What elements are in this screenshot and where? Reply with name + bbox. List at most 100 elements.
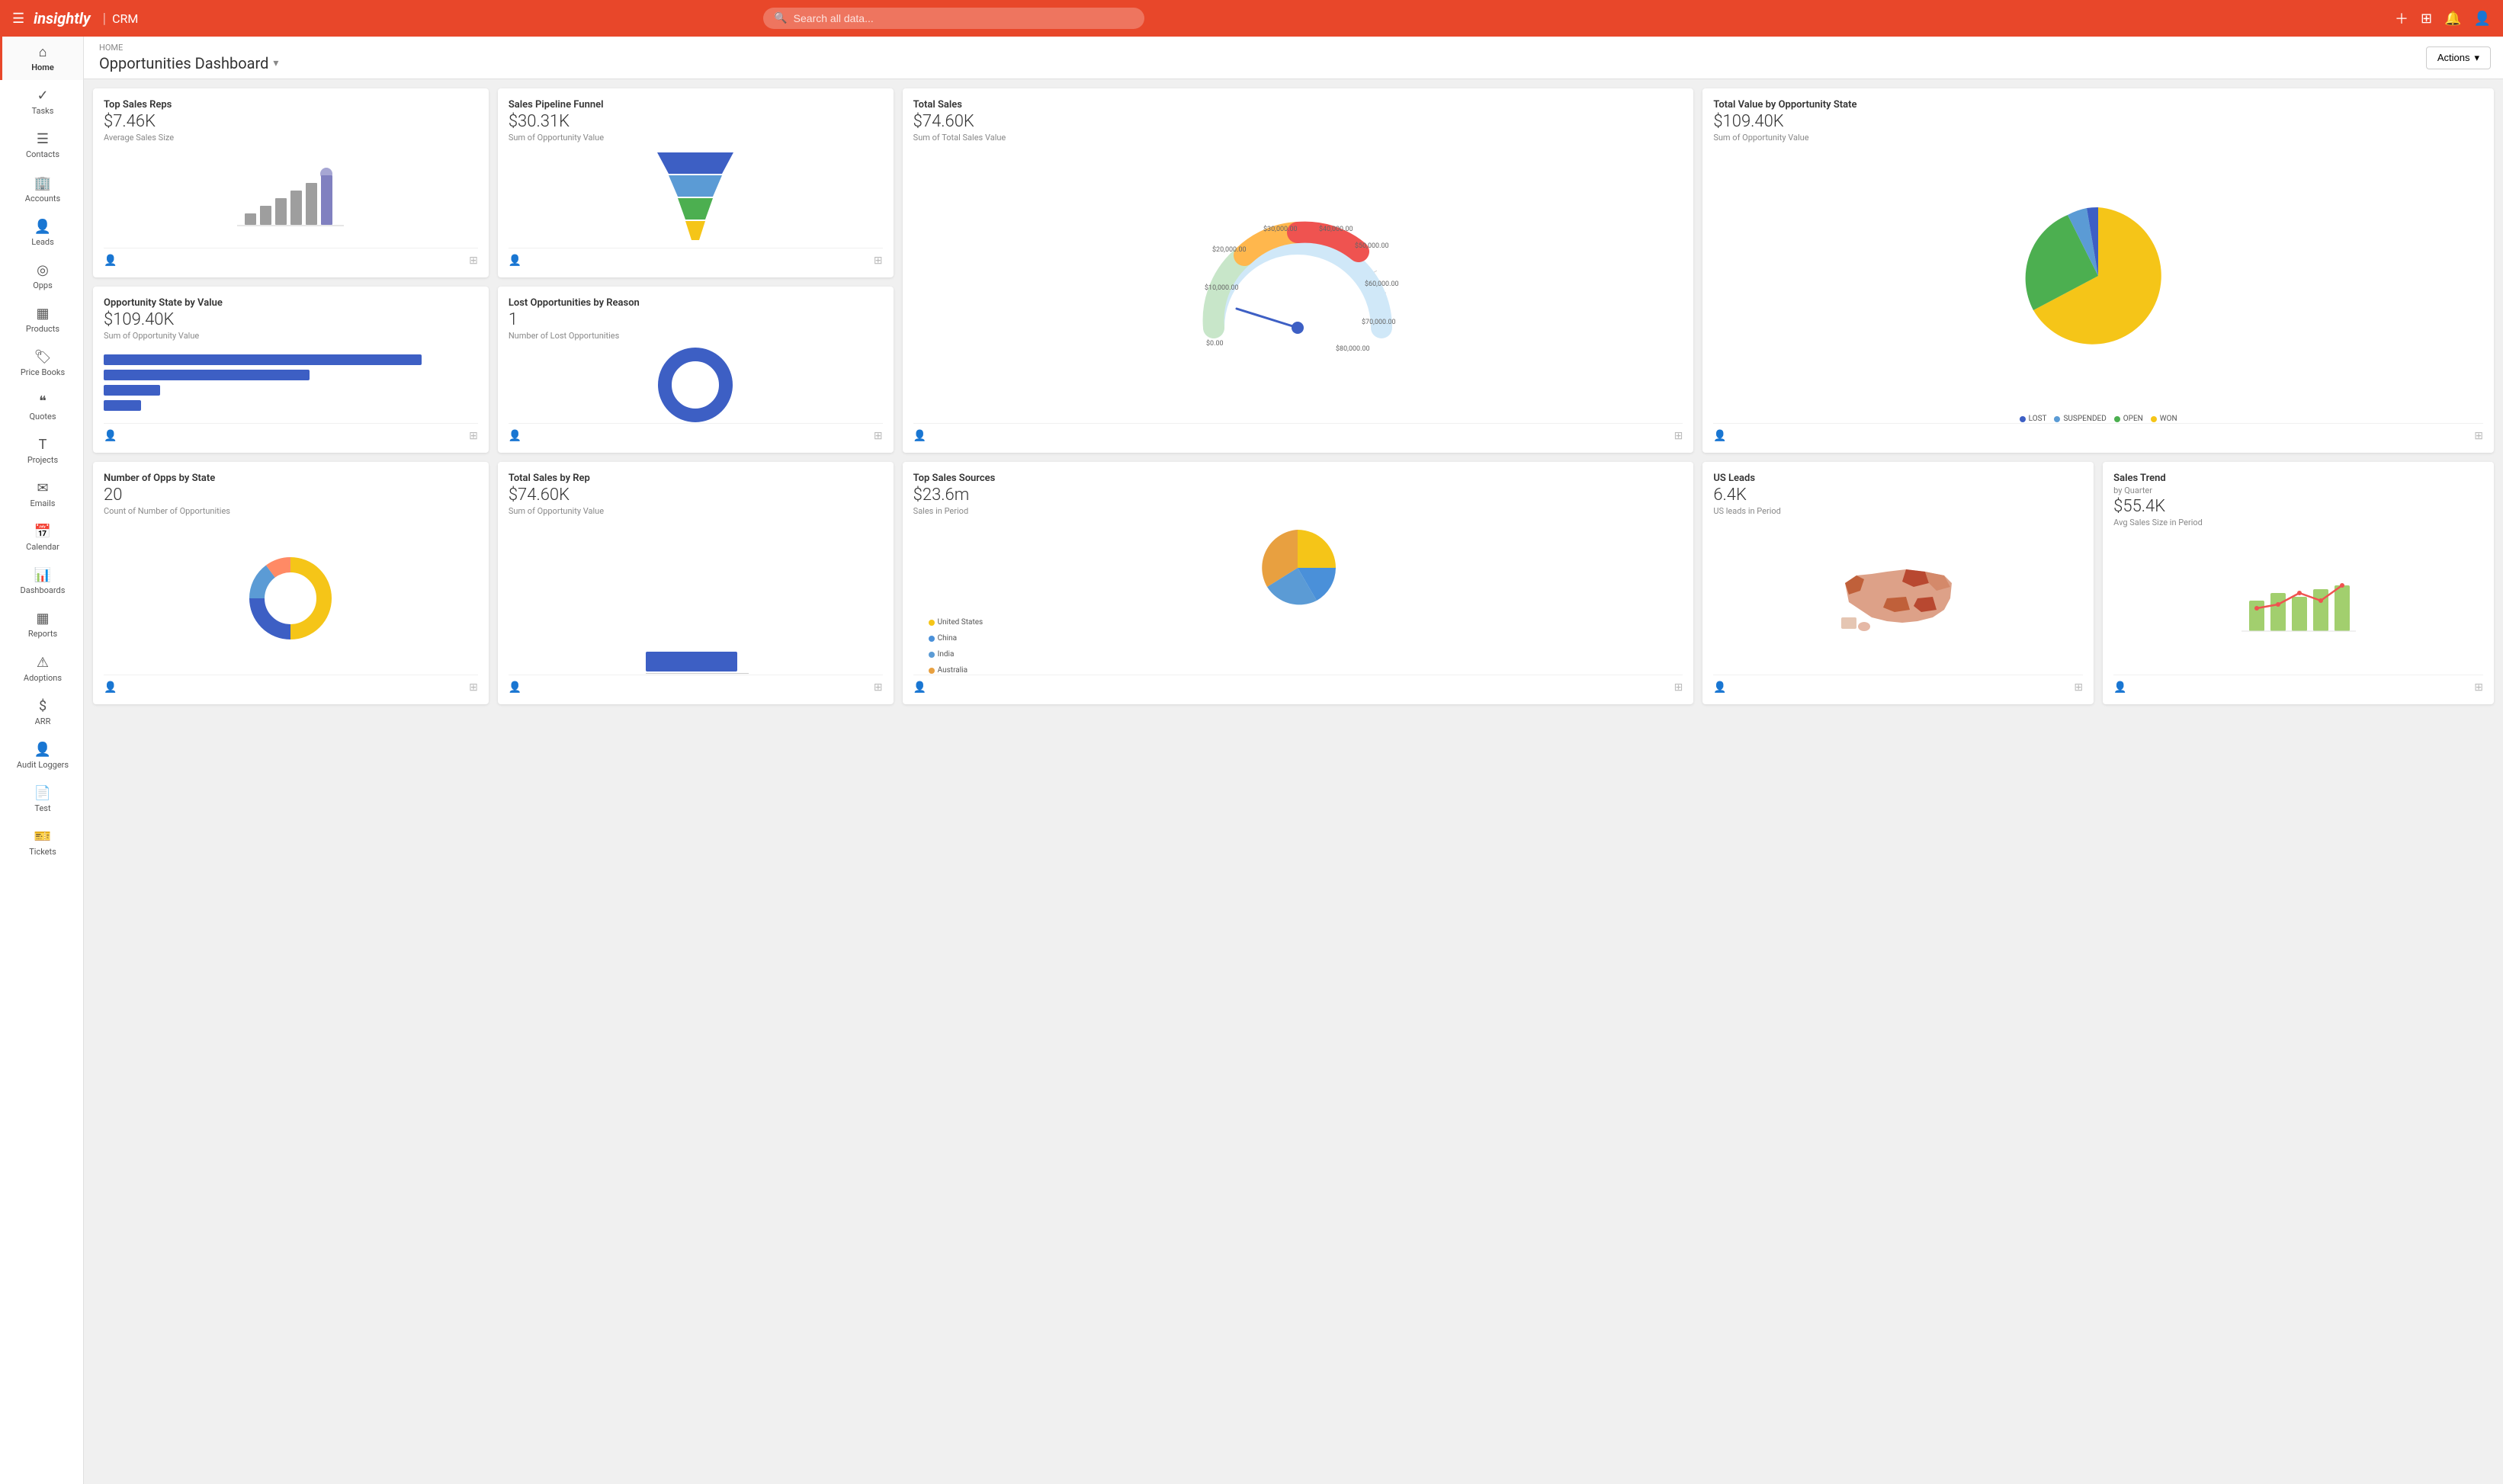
card-title-top-sources: Top Sales Sources — [913, 473, 1683, 484]
top-nav: ☰ insightly | CRM 🔍 ＋ ⊞ 🔔 👤 — [0, 0, 2503, 37]
card-footer-total-value: 👤 ⊞ — [1713, 423, 2483, 442]
user-icon[interactable]: 👤 — [2474, 11, 2491, 27]
sidebar-label-quotes: Quotes — [29, 412, 56, 421]
card-title-pipeline: Sales Pipeline Funnel — [509, 99, 883, 111]
sidebar-label-calendar: Calendar — [26, 542, 59, 552]
card-footer-sales-trend: 👤 ⊞ — [2113, 675, 2483, 694]
legend-china: China — [929, 634, 957, 643]
sidebar-item-products[interactable]: ▦ Products — [0, 298, 83, 341]
audit-icon: 👤 — [34, 742, 51, 758]
card-subtitle-lost-opp: Number of Lost Opportunities — [509, 331, 883, 341]
card-footer-top-sources: 👤 ⊞ — [913, 675, 1683, 694]
card-us-leads: US Leads 6.4K US leads in Period — [1702, 462, 2094, 704]
sidebar-label-test: Test — [34, 803, 50, 813]
bell-icon[interactable]: 🔔 — [2444, 11, 2461, 27]
add-icon[interactable]: ＋ — [2395, 8, 2408, 28]
logo-divider: | — [103, 11, 106, 27]
top-sales-chart-svg — [237, 168, 344, 229]
svg-text:$30,000.00: $30,000.00 — [1263, 225, 1298, 233]
trend-svg — [2241, 570, 2356, 639]
hbar-row-2 — [104, 370, 478, 380]
quotes-icon: ❝ — [39, 393, 47, 409]
person-icon-sales-trend: 👤 — [2113, 681, 2126, 694]
table-icon-total-value: ⊞ — [2474, 430, 2483, 442]
table-icon-total-sales: ⊞ — [1674, 430, 1683, 442]
hbar-fill-4 — [104, 400, 141, 411]
chart-total-by-rep — [509, 522, 883, 675]
hamburger-menu[interactable]: ☰ — [12, 11, 24, 27]
svg-text:$50,000.00: $50,000.00 — [1355, 242, 1389, 250]
tasks-icon: ✓ — [37, 88, 48, 104]
home-icon: ⌂ — [39, 44, 47, 60]
sidebar-label-tickets: Tickets — [29, 847, 56, 857]
sidebar-item-audit[interactable]: 👤 Audit Loggers — [0, 734, 83, 777]
card-title-lost-opp: Lost Opportunities by Reason — [509, 297, 883, 309]
sidebar-label-arr: ARR — [35, 716, 51, 726]
sidebar-label-contacts: Contacts — [26, 149, 59, 159]
sidebar-item-opps[interactable]: ◎ Opps — [0, 255, 83, 298]
accounts-icon: 🏢 — [34, 175, 51, 191]
contacts-icon: ☰ — [37, 131, 49, 147]
product-label: CRM — [112, 11, 138, 26]
legend-india: India — [929, 650, 955, 659]
table-icon-pipeline: ⊞ — [874, 255, 883, 267]
sidebar-label-accounts: Accounts — [25, 194, 60, 204]
sidebar-item-test[interactable]: 📄 Test — [0, 777, 83, 821]
search-bar[interactable]: 🔍 — [763, 8, 1144, 29]
actions-button[interactable]: Actions ▾ — [2426, 46, 2491, 69]
svg-text:$20,000.00: $20,000.00 — [1212, 245, 1247, 254]
svg-text:$80,000.00: $80,000.00 — [1336, 345, 1370, 353]
reports-icon: ▦ — [36, 611, 49, 627]
sidebar-item-home[interactable]: ⌂ Home — [0, 37, 83, 80]
card-footer-top-sales: 👤 ⊞ — [104, 248, 478, 267]
legend-label-australia: Australia — [938, 666, 968, 675]
actions-chevron-icon: ▾ — [2474, 52, 2479, 64]
funnel-svg — [646, 149, 745, 248]
chart-pipeline — [509, 149, 883, 248]
card-subtitle-total-by-rep: Sum of Opportunity Value — [509, 506, 883, 516]
card-footer-pipeline: 👤 ⊞ — [509, 248, 883, 267]
sidebar-item-leads[interactable]: 👤 Leads — [0, 211, 83, 255]
search-input[interactable] — [794, 12, 1134, 24]
legend-dot-open — [2114, 416, 2120, 422]
card-value-top-sales: $7.46K — [104, 112, 478, 131]
grid-icon[interactable]: ⊞ — [2421, 11, 2432, 27]
sidebar-item-adoptions[interactable]: ⚠ Adoptions — [0, 647, 83, 691]
person-icon-pipeline: 👤 — [509, 255, 521, 267]
sidebar-item-contacts[interactable]: ☰ Contacts — [0, 123, 83, 167]
main-layout: ⌂ Home ✓ Tasks ☰ Contacts 🏢 Accounts 👤 L… — [0, 37, 2503, 1484]
dashboard-grid: Top Sales Reps $7.46K Average Sales Size — [84, 79, 2503, 713]
card-value-num-opps: 20 — [104, 486, 478, 505]
sidebar-item-accounts[interactable]: 🏢 Accounts — [0, 168, 83, 211]
table-icon-num-opps: ⊞ — [469, 681, 478, 694]
sidebar-label-projects: Projects — [27, 455, 58, 465]
sidebar-item-tickets[interactable]: 🎫 Tickets — [0, 821, 83, 864]
person-icon-lost-opp: 👤 — [509, 430, 521, 442]
legend-dot-us — [929, 620, 935, 626]
sidebar-item-quotes[interactable]: ❝ Quotes — [0, 386, 83, 429]
legend-label-won: WON — [2160, 415, 2177, 423]
card-title-opp-state: Opportunity State by Value — [104, 297, 478, 309]
sidebar-item-dashboards[interactable]: 📊 Dashboards — [0, 559, 83, 603]
person-icon-opp-state: 👤 — [104, 430, 117, 442]
sidebar-item-emails[interactable]: ✉ Emails — [0, 473, 83, 516]
svg-text:$0.00: $0.00 — [1206, 339, 1224, 348]
legend-won: WON — [2151, 415, 2177, 423]
legend-label-us: United States — [938, 618, 984, 627]
hbar-fill-2 — [104, 370, 310, 380]
card-subtitle-total-sales: Sum of Total Sales Value — [913, 133, 1683, 143]
sidebar-item-tasks[interactable]: ✓ Tasks — [0, 80, 83, 123]
sidebar-label-reports: Reports — [28, 629, 57, 639]
sidebar-item-projects[interactable]: T Projects — [0, 429, 83, 473]
sidebar-label-price-books: Price Books — [21, 367, 65, 377]
card-footer-opp-state: 👤 ⊞ — [104, 423, 478, 442]
leads-icon: 👤 — [34, 219, 51, 235]
legend-open: OPEN — [2114, 415, 2143, 423]
legend-us: United States — [929, 618, 984, 627]
sidebar-label-opps: Opps — [33, 280, 53, 290]
sidebar-item-price-books[interactable]: 🏷 Price Books — [0, 341, 83, 385]
sidebar-item-calendar[interactable]: 📅 Calendar — [0, 516, 83, 559]
sidebar-item-reports[interactable]: ▦ Reports — [0, 603, 83, 646]
sidebar-item-arr[interactable]: $ ARR — [0, 691, 83, 734]
hbar-chart — [104, 354, 478, 415]
